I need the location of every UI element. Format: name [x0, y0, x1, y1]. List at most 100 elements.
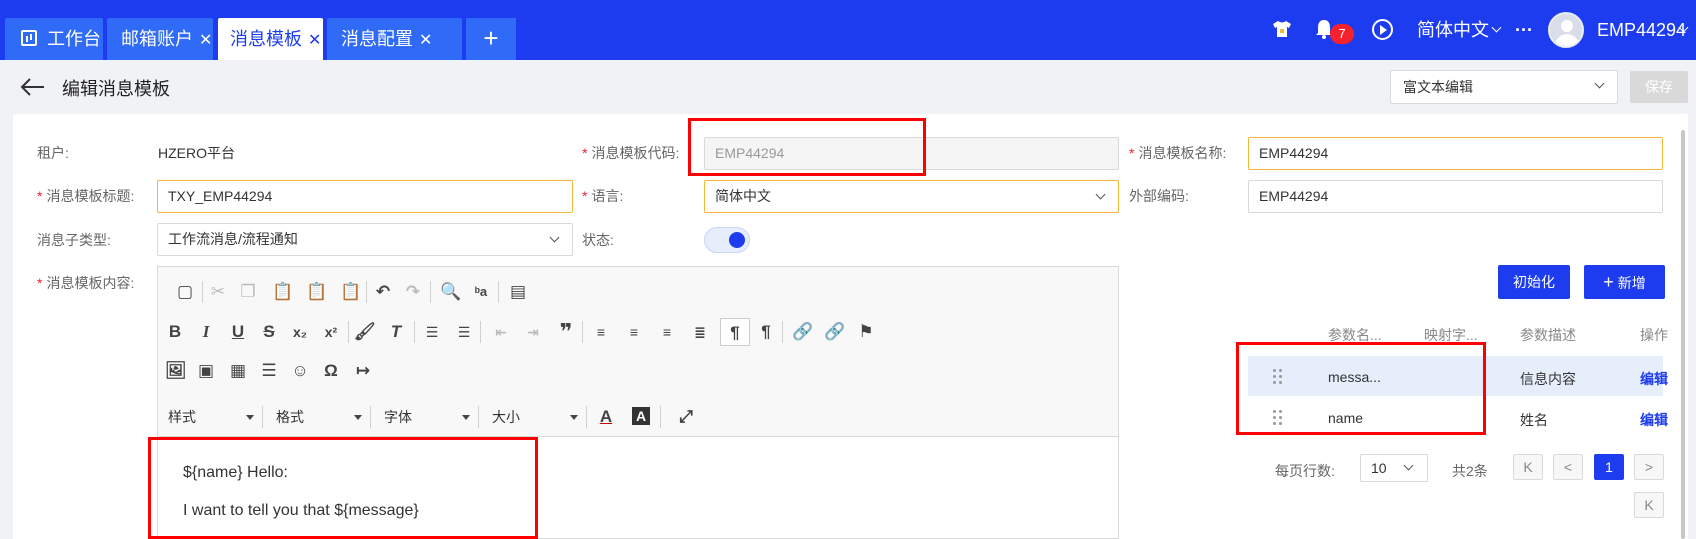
play-icon[interactable]	[1372, 19, 1393, 40]
justify-icon[interactable]: ≣	[690, 322, 710, 342]
highlight-box-params	[1236, 342, 1486, 435]
param-desc-cell: 姓名	[1520, 412, 1548, 428]
language-select[interactable]: 简体中文	[704, 180, 1119, 213]
editor-mode-select[interactable]: 富文本编辑	[1390, 70, 1618, 104]
edit-link[interactable]: 编辑	[1640, 369, 1668, 389]
subscript-icon[interactable]: x₂	[290, 322, 310, 342]
back-arrow-icon[interactable]	[20, 76, 46, 98]
bg-color-icon[interactable]: A	[632, 407, 650, 425]
horizontal-line-icon[interactable]: ☰	[259, 361, 279, 381]
last-page-button[interactable]: K	[1634, 492, 1664, 518]
initialize-button[interactable]: 初始化	[1498, 265, 1570, 299]
strikethrough-icon[interactable]: S	[259, 322, 279, 342]
subtype-select[interactable]: 工作流消息/流程通知	[157, 223, 573, 256]
template-name-label: * 消息模板名称:	[1129, 145, 1227, 161]
scrollbar[interactable]	[1681, 130, 1685, 539]
copy-icon[interactable]: ❐	[238, 282, 258, 302]
format-combo[interactable]: 格式	[276, 406, 362, 428]
close-icon[interactable]: ✕	[308, 32, 321, 49]
tab-mail-account[interactable]: 邮箱账户 ✕	[107, 18, 213, 60]
tab-label: 消息模板	[230, 29, 302, 49]
next-page-button[interactable]: >	[1634, 454, 1664, 480]
close-icon[interactable]: ✕	[199, 32, 212, 49]
template-name-input[interactable]: EMP44294	[1248, 137, 1663, 170]
rtl-icon[interactable]: ¶	[756, 322, 776, 342]
align-left-icon[interactable]: ≡	[591, 322, 611, 342]
save-button[interactable]: 保存	[1630, 71, 1688, 103]
username[interactable]: EMP44294	[1597, 0, 1686, 60]
align-center-icon[interactable]: ≡	[624, 322, 644, 342]
status-label: 状态:	[582, 232, 614, 248]
plus-icon: +	[1603, 272, 1614, 292]
column-header-desc[interactable]: 参数描述	[1520, 325, 1576, 345]
tab-workbench[interactable]: 工作台	[5, 18, 103, 60]
highlight-box-code	[688, 118, 926, 176]
numbered-list-icon[interactable]: ☰	[422, 322, 442, 342]
tab-label: 邮箱账户	[121, 29, 193, 49]
table-icon[interactable]: ▦	[228, 361, 248, 381]
outdent-icon[interactable]: ⇤	[491, 322, 511, 342]
notification-badge: 7	[1330, 24, 1354, 44]
tab-message-config[interactable]: 消息配置 ✕	[327, 18, 462, 60]
italic-icon[interactable]: I	[196, 322, 216, 342]
language-switcher[interactable]: 简体中文	[1417, 0, 1489, 60]
maximize-icon[interactable]: ⤢	[676, 407, 696, 427]
unlink-icon[interactable]: 🔗	[824, 322, 845, 342]
clear-format-icon[interactable]: T	[386, 322, 406, 342]
language-label: * 语言:	[582, 188, 624, 204]
image-icon[interactable]: 🖼	[165, 361, 187, 381]
superscript-icon[interactable]: x²	[321, 322, 341, 342]
video-icon[interactable]: ▣	[196, 361, 216, 381]
add-tab-button[interactable]: +	[466, 18, 516, 60]
bullet-list-icon[interactable]: ☰	[454, 322, 474, 342]
page-number-button[interactable]: 1	[1594, 454, 1624, 480]
link-icon[interactable]: 🔗	[792, 322, 813, 342]
size-combo[interactable]: 大小	[492, 406, 578, 428]
font-combo[interactable]: 字体	[384, 406, 470, 428]
style-combo[interactable]: 样式	[168, 406, 254, 428]
blockquote-icon[interactable]: ❞	[556, 321, 576, 343]
text-color-icon[interactable]: A	[596, 407, 616, 427]
subtype-label: 消息子类型:	[37, 232, 111, 248]
tenant-label: 租户:	[37, 145, 69, 161]
highlight-box-content	[148, 437, 538, 539]
find-icon[interactable]: 🔍	[440, 282, 461, 302]
emoji-icon[interactable]: ☺	[290, 361, 310, 381]
external-code-input[interactable]: EMP44294	[1248, 180, 1663, 213]
replace-icon[interactable]: ᵇa	[471, 282, 491, 302]
format-painter-icon[interactable]: 🖌	[354, 322, 376, 342]
add-param-button[interactable]: + 新增	[1584, 265, 1665, 299]
page-size-label: 每页行数:	[1275, 463, 1335, 479]
editor-mode-value: 富文本编辑	[1403, 79, 1473, 95]
paste-icon[interactable]: 📋	[272, 282, 293, 302]
indent-icon[interactable]: ⇥	[523, 322, 543, 342]
underline-icon[interactable]: U	[228, 322, 248, 342]
preview-icon[interactable]: ▢	[175, 282, 195, 302]
dashboard-icon	[21, 30, 37, 46]
template-title-input[interactable]: TXY_EMP44294	[157, 180, 573, 213]
redo-icon[interactable]: ↷	[403, 282, 423, 302]
avatar[interactable]	[1548, 12, 1584, 48]
paste-text-icon[interactable]: 📋	[306, 282, 327, 302]
tab-message-template[interactable]: 消息模板 ✕	[218, 18, 323, 60]
tab-label: 工作台	[47, 29, 101, 49]
first-page-button[interactable]: K	[1513, 454, 1543, 480]
page-size-select[interactable]: 10	[1360, 454, 1428, 482]
special-char-icon[interactable]: Ω	[321, 361, 341, 381]
status-toggle[interactable]	[704, 227, 750, 253]
undo-icon[interactable]: ↶	[373, 282, 393, 302]
cut-icon[interactable]: ✂	[208, 282, 228, 302]
paste-word-icon[interactable]: 📋	[340, 282, 361, 302]
ltr-icon[interactable]: ¶	[720, 318, 750, 346]
page-break-icon[interactable]: ↦	[353, 361, 373, 381]
more-menu[interactable]: ···	[1515, 0, 1533, 60]
edit-link[interactable]: 编辑	[1640, 410, 1668, 430]
theme-icon[interactable]	[1272, 20, 1292, 38]
anchor-icon[interactable]: ⚑	[856, 322, 876, 342]
column-header-action: 操作	[1640, 327, 1668, 343]
close-icon[interactable]: ✕	[419, 32, 432, 49]
bold-icon[interactable]: B	[165, 322, 185, 342]
select-all-icon[interactable]: ▤	[508, 282, 528, 302]
prev-page-button[interactable]: <	[1553, 454, 1583, 480]
align-right-icon[interactable]: ≡	[657, 322, 677, 342]
